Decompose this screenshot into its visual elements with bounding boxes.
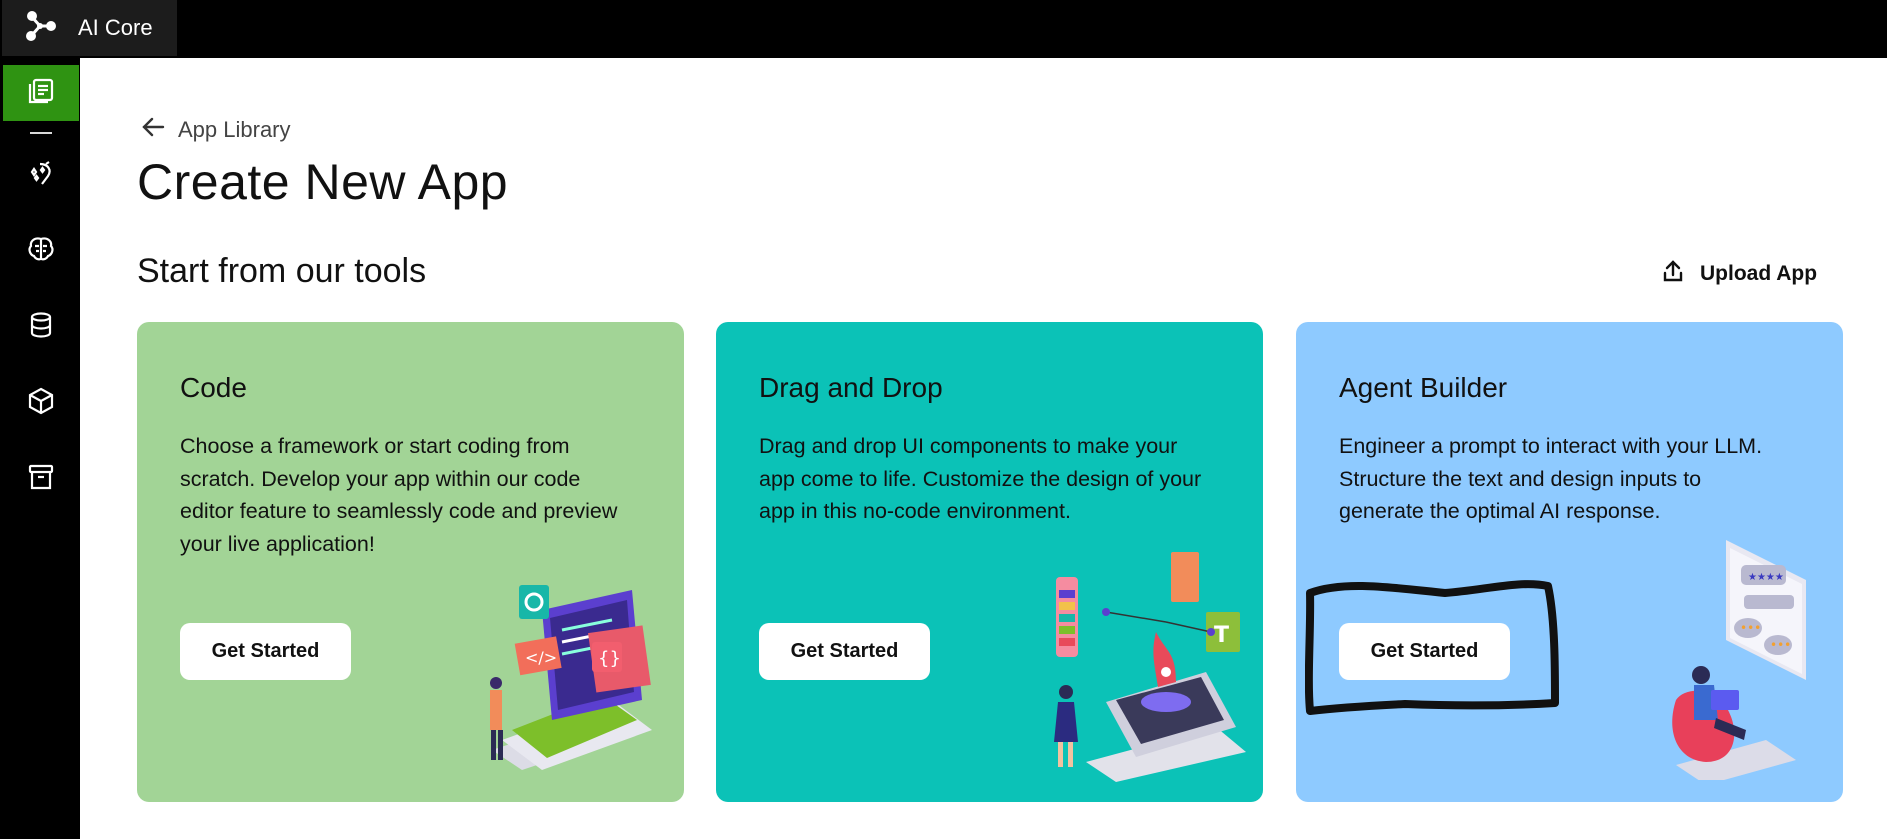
svg-text:T: T bbox=[1214, 623, 1229, 648]
page-title: Create New App bbox=[137, 154, 509, 210]
brand[interactable]: AI Core bbox=[2, 0, 177, 56]
svg-text:•••: ••• bbox=[1740, 621, 1761, 635]
breadcrumb[interactable]: App Library bbox=[140, 114, 291, 145]
top-bar: AI Core bbox=[0, 0, 1887, 58]
card-title: Code bbox=[180, 372, 247, 403]
drag-and-drop-illustration-icon: T bbox=[1054, 552, 1246, 782]
card-description: Drag and drop UI components to make your… bbox=[759, 434, 1202, 523]
card-title: Agent Builder bbox=[1339, 372, 1508, 403]
svg-text:•••: ••• bbox=[1770, 638, 1791, 652]
sidebar-item-cube[interactable] bbox=[3, 375, 79, 431]
app-title: AI Core bbox=[78, 15, 153, 40]
arrow-left-icon bbox=[140, 114, 166, 145]
agent-illustration-icon: ★★★★ ••• ••• bbox=[1672, 540, 1806, 780]
upload-app-button[interactable]: Upload App bbox=[1660, 258, 1817, 289]
app-library-icon bbox=[26, 76, 56, 111]
tool-card-agent-builder[interactable]: Agent Builder Engineer a prompt to inter… bbox=[1296, 322, 1843, 802]
sidebar-item-app-library[interactable] bbox=[3, 65, 79, 121]
ai-core-logo-icon bbox=[22, 8, 58, 49]
sidebar bbox=[0, 58, 80, 839]
laptop-illustration-icon: </> {} bbox=[490, 585, 652, 770]
svg-text:★★★★: ★★★★ bbox=[1748, 572, 1784, 583]
tool-card-drag-and-drop[interactable]: Drag and Drop Drag and drop UI component… bbox=[716, 322, 1263, 802]
brain-icon bbox=[26, 234, 56, 269]
tool-card-code[interactable]: Code Choose a framework or start coding … bbox=[137, 322, 684, 802]
get-started-button[interactable]: Get Started bbox=[1339, 623, 1510, 680]
upload-app-label: Upload App bbox=[1700, 261, 1818, 285]
sidebar-item-data[interactable] bbox=[3, 299, 79, 355]
svg-text:{}: {} bbox=[598, 648, 621, 669]
upload-icon bbox=[1660, 258, 1686, 289]
archive-icon bbox=[26, 462, 56, 497]
database-icon bbox=[26, 310, 56, 345]
sparkle-magic-icon bbox=[26, 158, 56, 193]
sidebar-item-magic[interactable] bbox=[3, 147, 79, 203]
get-started-button[interactable]: Get Started bbox=[180, 623, 351, 680]
card-title: Drag and Drop bbox=[759, 372, 943, 403]
card-description: Engineer a prompt to interact with your … bbox=[1339, 434, 1763, 523]
back-link-label: App Library bbox=[178, 116, 291, 142]
svg-text:</>: </> bbox=[525, 648, 557, 667]
sidebar-item-models[interactable] bbox=[3, 223, 79, 279]
get-started-button[interactable]: Get Started bbox=[759, 623, 930, 680]
section-title: Start from our tools bbox=[137, 252, 427, 290]
cube-icon bbox=[26, 386, 56, 421]
sidebar-divider bbox=[30, 132, 52, 134]
sidebar-item-archive[interactable] bbox=[3, 451, 79, 507]
card-description: Choose a framework or start coding from … bbox=[180, 434, 618, 556]
